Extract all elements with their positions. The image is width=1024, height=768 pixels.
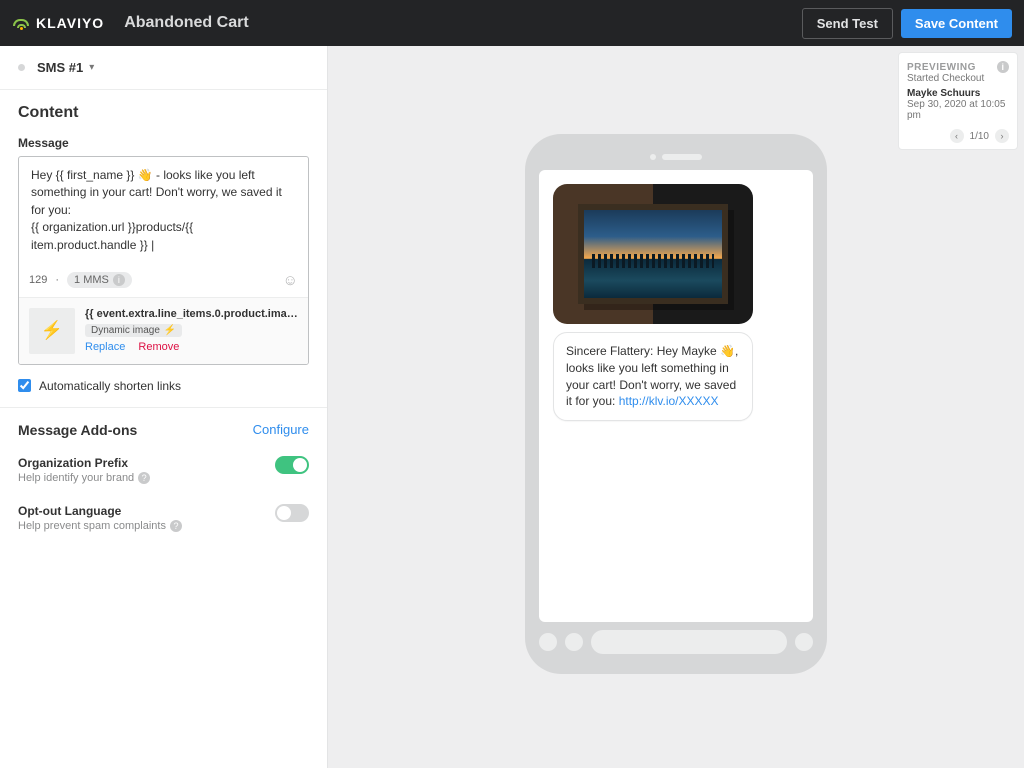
chevron-down-icon: ▾	[89, 62, 94, 73]
page-title: Abandoned Cart	[124, 14, 248, 32]
remove-attachment-link[interactable]: Remove	[138, 341, 179, 353]
info-icon[interactable]: i	[113, 274, 125, 286]
phone-home-bar-icon	[591, 630, 787, 654]
addon-label: Organization Prefix	[18, 456, 150, 470]
info-icon[interactable]: i	[997, 61, 1009, 73]
top-bar: KLAVIYO Abandoned Cart Send Test Save Co…	[0, 0, 1024, 46]
left-sidebar: SMS #1 ▾ Content Message Hey {{ first_na…	[0, 46, 328, 768]
preview-next-button[interactable]: ›	[995, 129, 1009, 143]
message-label: Message	[18, 136, 309, 150]
optout-toggle[interactable]	[275, 504, 309, 522]
phone-screen: Sincere Flattery: Hey Mayke 👋, looks lik…	[539, 170, 813, 622]
addon-help: Help identify your brand ?	[18, 472, 150, 484]
attachment-tag: Dynamic image ⚡	[85, 324, 182, 337]
preview-profile-name: Mayke Schuurs	[907, 88, 1009, 99]
status-dot-icon	[18, 64, 25, 71]
preview-heading: PREVIEWING	[907, 62, 976, 73]
phone-nav-dot-icon	[565, 633, 583, 651]
info-icon[interactable]: ?	[138, 472, 150, 484]
message-textarea[interactable]: Hey {{ first_name }} 👋 - looks like you …	[19, 157, 308, 264]
lightning-badge-icon: ⚡	[164, 325, 176, 336]
sms-bubble: Sincere Flattery: Hey Mayke 👋, looks lik…	[553, 332, 753, 421]
preview-counter: 1/10	[970, 131, 989, 142]
addons-heading: Message Add-ons	[18, 422, 137, 438]
org-prefix-toggle[interactable]	[275, 456, 309, 474]
phone-mockup: Sincere Flattery: Hey Mayke 👋, looks lik…	[525, 134, 827, 674]
phone-nav-dot-icon	[539, 633, 557, 651]
sms-name: SMS #1	[37, 60, 83, 75]
addon-label: Opt-out Language	[18, 504, 182, 518]
attachment-path: {{ event.extra.line_items.0.product.imag…	[85, 308, 298, 320]
send-test-button[interactable]: Send Test	[802, 8, 893, 39]
configure-addons-link[interactable]: Configure	[253, 422, 309, 437]
mms-count-badge: 1 MMS i	[67, 272, 132, 288]
attachment-thumb: ⚡	[29, 308, 75, 354]
attachment-row: ⚡ {{ event.extra.line_items.0.product.im…	[19, 297, 308, 364]
addon-help: Help prevent spam complaints ?	[18, 520, 182, 532]
shorten-links-checkbox[interactable]	[18, 379, 31, 392]
preview-panel: PREVIEWING i Started Checkout Mayke Schu…	[898, 52, 1018, 150]
preview-prev-button[interactable]: ‹	[950, 129, 964, 143]
emoji-picker-button[interactable]: ☺	[283, 272, 298, 289]
replace-attachment-link[interactable]: Replace	[85, 341, 125, 353]
shorten-links-label: Automatically shorten links	[39, 379, 181, 393]
preview-event: Started Checkout	[907, 73, 1009, 84]
logo-icon	[12, 16, 30, 30]
save-content-button[interactable]: Save Content	[901, 9, 1012, 38]
addon-optout: Opt-out Language Help prevent spam compl…	[0, 496, 327, 544]
preview-timestamp: Sep 30, 2020 at 10:05 pm	[907, 99, 1009, 121]
phone-nav-dot-icon	[795, 633, 813, 651]
sms-selector[interactable]: SMS #1 ▾	[0, 46, 327, 90]
info-icon[interactable]: ?	[170, 520, 182, 532]
preview-canvas: Sincere Flattery: Hey Mayke 👋, looks lik…	[328, 46, 1024, 768]
sms-bubble-link[interactable]: http://klv.io/XXXXX	[619, 394, 719, 408]
content-heading: Content	[18, 104, 309, 122]
addon-org-prefix: Organization Prefix Help identify your b…	[0, 448, 327, 496]
shorten-links-row[interactable]: Automatically shorten links	[0, 365, 327, 408]
phone-camera-icon	[650, 154, 656, 160]
lightning-icon: ⚡	[41, 320, 63, 341]
brand-name: KLAVIYO	[36, 15, 104, 31]
mms-image-preview	[553, 184, 753, 324]
dot-separator: ·	[55, 274, 59, 286]
char-count: 129	[29, 274, 47, 286]
phone-speaker-icon	[662, 154, 702, 160]
message-editor: Hey {{ first_name }} 👋 - looks like you …	[18, 156, 309, 365]
brand-logo: KLAVIYO	[12, 15, 104, 31]
